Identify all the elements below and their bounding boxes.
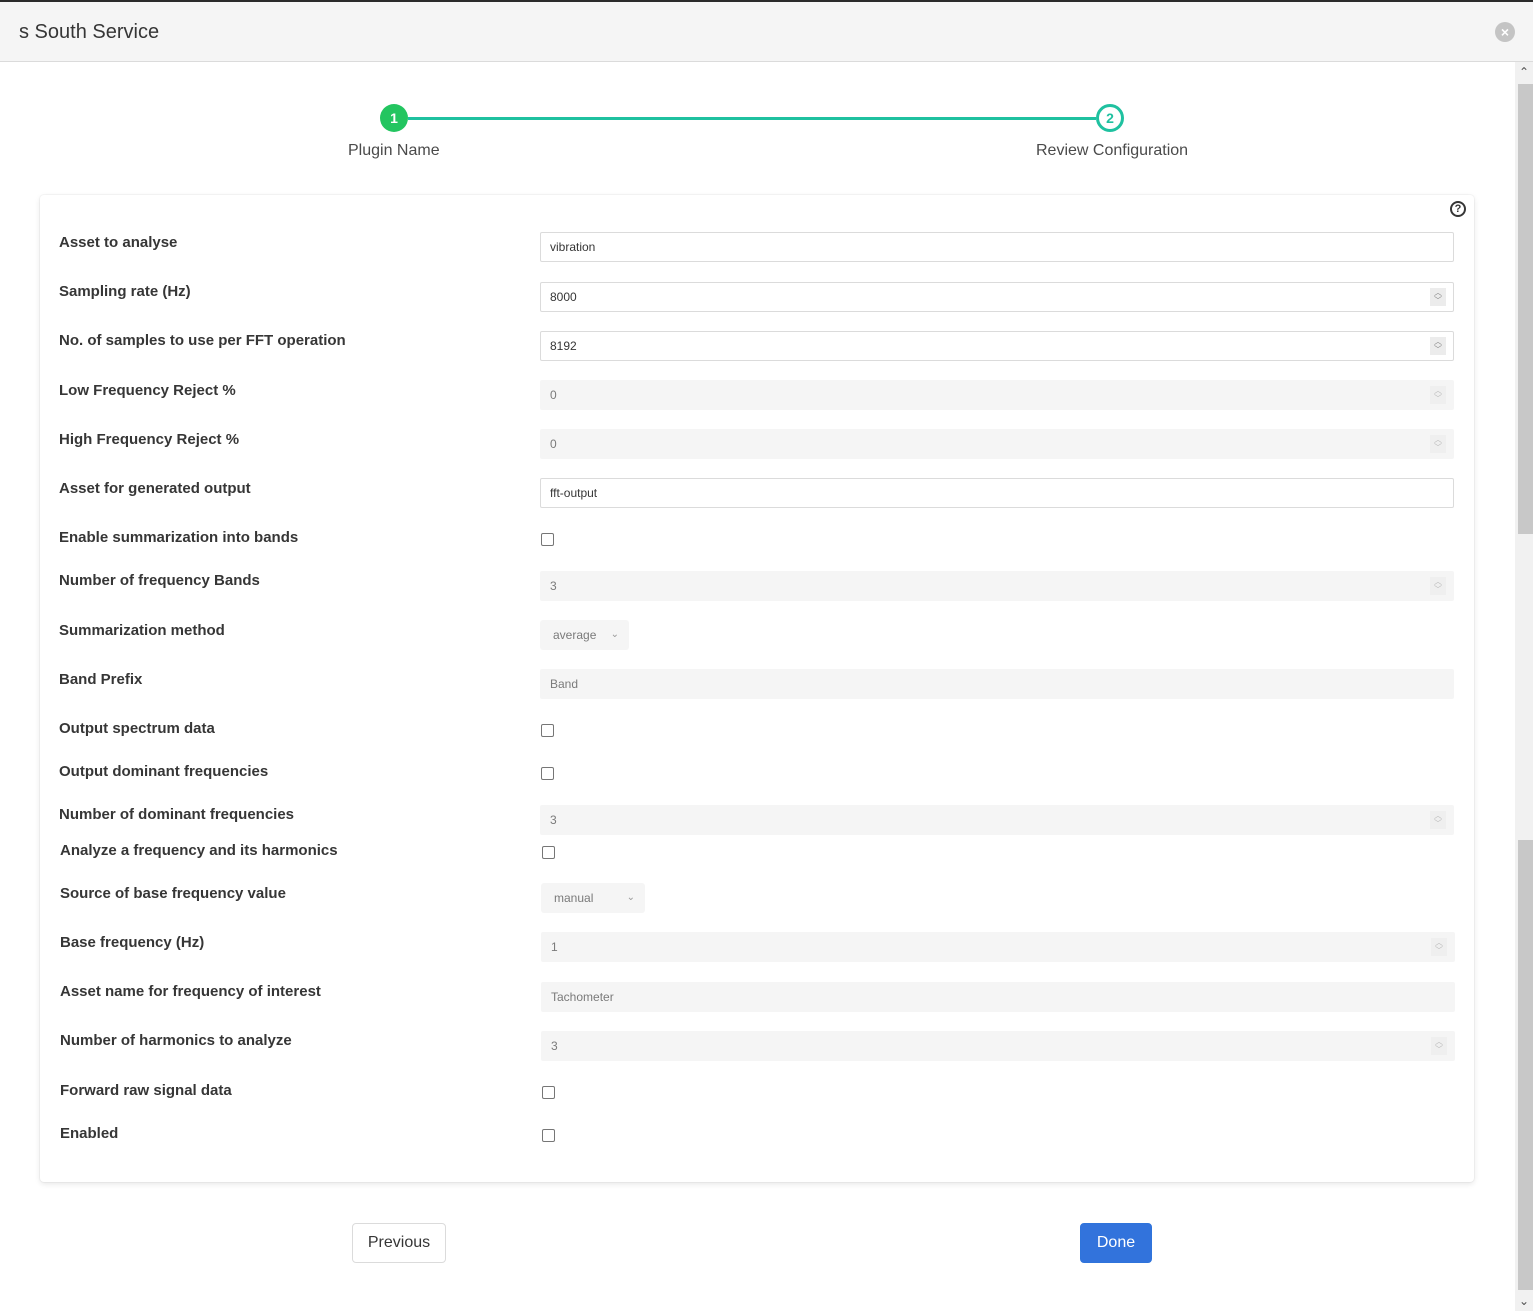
field-label: Asset name for frequency of interest: [60, 983, 321, 1000]
input-value: 0: [550, 388, 557, 402]
input-value: Band: [550, 677, 579, 691]
spinner-icon[interactable]: ︿ ﹀: [1430, 577, 1446, 595]
field-label: Number of frequency Bands: [59, 572, 260, 589]
field-checkbox[interactable]: [542, 1086, 555, 1099]
input-value: 8000: [550, 290, 577, 304]
step-2-label: Review Configuration: [1036, 142, 1189, 159]
spinner-icon[interactable]: ︿ ﹀: [1430, 337, 1446, 355]
input-value: 3: [551, 1039, 558, 1053]
select-value: manual: [554, 891, 594, 905]
field-label: Forward raw signal data: [60, 1082, 232, 1099]
field-label: Sampling rate (Hz): [59, 283, 191, 300]
field-label: Asset to analyse: [59, 234, 178, 251]
number-input[interactable]: 3 ︿ ﹀: [541, 1031, 1455, 1061]
number-input[interactable]: 1 ︿ ﹀: [541, 932, 1455, 962]
field-label: Base frequency (Hz): [60, 934, 205, 951]
chevron-down-icon: ⌄: [610, 629, 619, 640]
field-label: Output dominant frequencies: [59, 763, 269, 780]
field-label: Number of harmonics to analyze: [60, 1032, 292, 1049]
field-label: Band Prefix: [59, 671, 143, 688]
field-label: High Frequency Reject %: [59, 431, 240, 448]
scrollbar[interactable]: ⌃ ⌄: [1515, 62, 1533, 1311]
field-label: Summarization method: [59, 622, 225, 639]
number-input[interactable]: 0 ︿ ﹀: [540, 380, 1454, 410]
text-input[interactable]: Tachometer: [541, 982, 1455, 1012]
step-1-indicator: 1: [380, 104, 408, 132]
text-input[interactable]: Band: [540, 669, 1454, 699]
field-label: Output spectrum data: [59, 720, 215, 737]
spinner-icon[interactable]: ︿ ﹀: [1431, 938, 1447, 956]
select-value: average: [553, 628, 597, 642]
field-label: Source of base frequency value: [60, 885, 286, 902]
field-checkbox[interactable]: [541, 533, 554, 546]
input-value: 1: [551, 940, 558, 954]
number-input[interactable]: 3 ︿ ﹀: [540, 571, 1454, 601]
input-value: 8192: [550, 339, 577, 353]
input-value: 3: [550, 813, 557, 827]
text-input[interactable]: vibration: [540, 232, 1454, 262]
scrollbar-track-lower[interactable]: [1518, 840, 1533, 1290]
spinner-icon[interactable]: ︿ ﹀: [1430, 386, 1446, 404]
field-label: Enabled: [60, 1125, 119, 1142]
modal-title: s South Service: [19, 21, 160, 43]
input-value: 3: [550, 579, 557, 593]
number-input[interactable]: 8192 ︿ ﹀: [540, 331, 1454, 361]
scrollbar-thumb[interactable]: [1518, 84, 1533, 534]
step-1-label: Plugin Name: [348, 142, 440, 159]
number-input[interactable]: 0 ︿ ﹀: [540, 429, 1454, 459]
input-value: 0: [550, 437, 557, 451]
chevron-down-icon: ⌄: [626, 892, 635, 903]
field-label: Number of dominant frequencies: [59, 806, 295, 823]
field-label: No. of samples to use per FFT operation: [59, 332, 346, 349]
config-card: ? Asset to analyse vibration Sampling rate…: [40, 195, 1474, 1182]
spinner-icon[interactable]: ︿ ﹀: [1430, 811, 1446, 829]
field-checkbox[interactable]: [541, 767, 554, 780]
field-select[interactable]: manual ⌄: [541, 883, 645, 913]
close-icon[interactable]: ×: [1495, 22, 1515, 42]
field-label: Analyze a frequency and its harmonics: [60, 842, 338, 859]
field-checkbox[interactable]: [542, 1129, 555, 1142]
field-checkbox[interactable]: [542, 846, 555, 859]
spinner-icon[interactable]: ︿ ﹀: [1430, 288, 1446, 306]
field-checkbox[interactable]: [541, 724, 554, 737]
previous-button[interactable]: Previous: [352, 1223, 446, 1263]
input-value: Tachometer: [551, 990, 614, 1004]
scroll-up-icon[interactable]: ⌃: [1515, 62, 1533, 82]
question-circle-icon[interactable]: ?: [1450, 201, 1466, 217]
text-input[interactable]: fft-output: [540, 478, 1454, 508]
spinner-icon[interactable]: ︿ ﹀: [1430, 435, 1446, 453]
number-input[interactable]: 3 ︿ ﹀: [540, 805, 1454, 835]
number-input[interactable]: 8000 ︿ ﹀: [540, 282, 1454, 312]
step-2-indicator: 2: [1096, 104, 1124, 132]
spinner-icon[interactable]: ︿ ﹀: [1431, 1037, 1447, 1055]
scroll-down-icon[interactable]: ⌄: [1515, 1291, 1533, 1311]
modal-header: s South Service ×: [0, 2, 1533, 62]
done-button[interactable]: Done: [1080, 1223, 1152, 1263]
input-value: fft-output: [550, 486, 598, 500]
field-label: Low Frequency Reject %: [59, 382, 236, 399]
input-value: vibration: [550, 240, 596, 254]
wizard-steps: 1 2 Plugin Name Review Configuration: [0, 100, 1500, 170]
field-select[interactable]: average ⌄: [540, 620, 629, 650]
step-connector: [408, 117, 1096, 120]
field-label: Asset for generated output: [59, 480, 251, 497]
field-label: Enable summarization into bands: [59, 529, 299, 546]
